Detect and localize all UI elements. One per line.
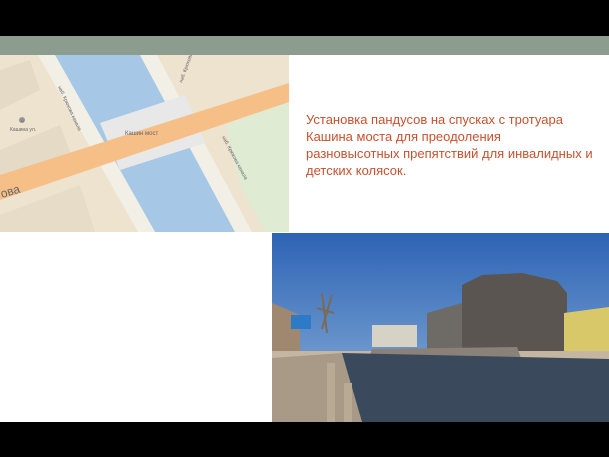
photo-yellow-building <box>564 307 609 358</box>
bottom-black-bar <box>0 422 609 457</box>
map-house-caption: Кашина ул. <box>10 127 36 133</box>
photo-main-building <box>462 273 567 358</box>
slide-description: Установка пандусов на спусках с тротуара… <box>306 112 593 178</box>
photo-granite-post <box>327 363 335 422</box>
top-black-bar <box>0 0 609 36</box>
bridge-photo <box>272 233 609 422</box>
map-bridge-label: Кашин мост <box>125 131 158 137</box>
photo-road-sign <box>291 315 311 329</box>
photo-canal-water <box>342 353 609 422</box>
photo-far-building <box>372 325 417 347</box>
header-band <box>0 36 609 55</box>
photo-granite-post <box>344 383 352 422</box>
map-image: 11 Кашина ул. Кашин мост наб. Крюкова ка… <box>0 55 289 232</box>
